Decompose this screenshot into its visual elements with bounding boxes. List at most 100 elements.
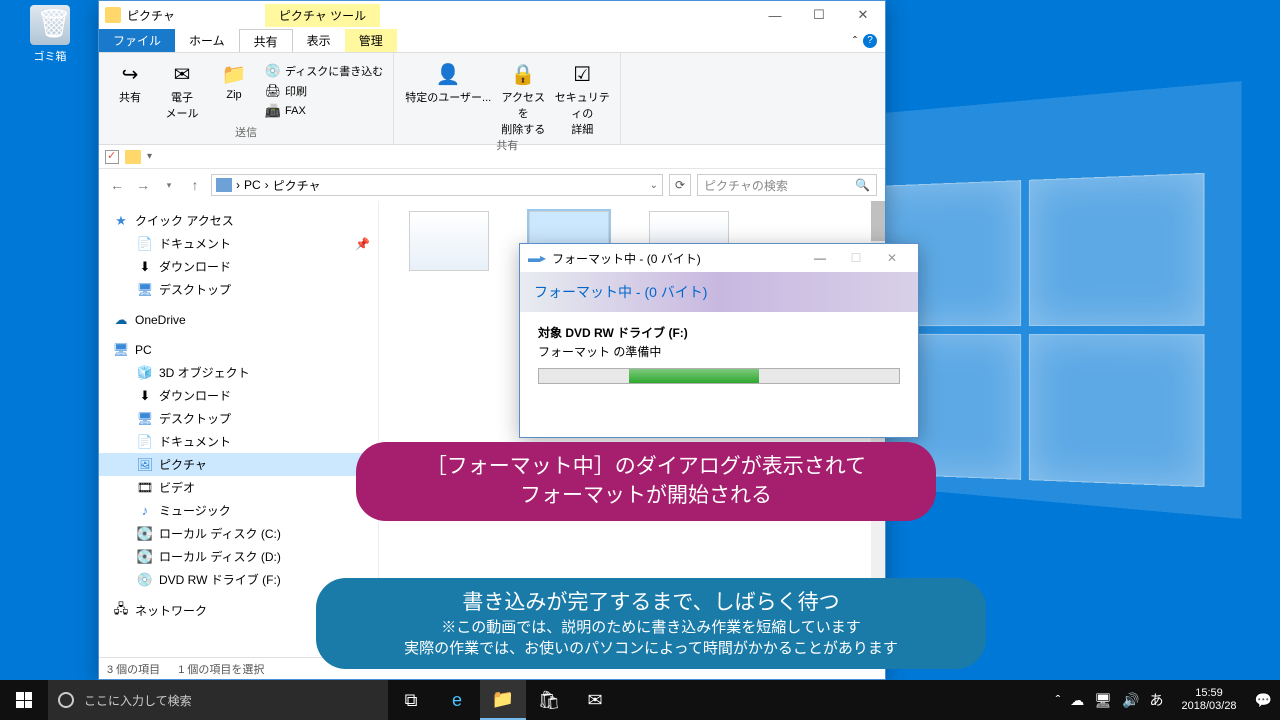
folder-icon — [125, 150, 141, 164]
format-target-label: 対象 — [538, 326, 562, 340]
up-button[interactable]: ↑ — [185, 175, 205, 195]
pc-icon: 🖥 — [113, 342, 129, 358]
tray-volume-icon[interactable]: 🔊 — [1122, 692, 1139, 709]
sidebar-item-3d-objects[interactable]: 🧊3D オブジェクト — [99, 361, 378, 384]
help-icon[interactable]: ? — [863, 34, 877, 48]
search-input[interactable]: ピクチャの検索 🔍 — [697, 174, 877, 196]
tray-chevron-icon[interactable]: ˆ — [1056, 692, 1061, 708]
status-item-count: 3 個の項目 — [107, 661, 160, 677]
list-item[interactable] — [409, 211, 489, 271]
drive-icon: 💽 — [137, 526, 153, 542]
pc-icon — [216, 178, 232, 192]
dialog-title: フォーマット中 - (0 バイト) — [552, 250, 701, 267]
music-icon: ♪ — [137, 503, 153, 519]
folder-icon — [105, 7, 121, 23]
dialog-maximize-button: ☐ — [838, 246, 874, 270]
action-center-icon[interactable]: 💬 — [1255, 692, 1272, 709]
tray-ime-icon[interactable]: あ — [1150, 690, 1164, 710]
select-all-checkbox[interactable] — [105, 150, 119, 164]
picture-icon: 🖼 — [137, 457, 153, 473]
back-button[interactable]: ← — [107, 175, 127, 195]
qat-dropdown[interactable]: ▾ — [147, 151, 152, 162]
disc-icon: 💿 — [137, 572, 153, 588]
remove-access-button[interactable]: 🔒アクセスを 削除する — [500, 57, 546, 137]
start-button[interactable] — [0, 680, 48, 720]
network-icon: 🖧 — [113, 603, 129, 619]
fax-button[interactable]: 📠FAX — [263, 102, 385, 120]
refresh-button[interactable]: ⟳ — [669, 174, 691, 196]
format-dialog: ▬▸ フォーマット中 - (0 バイト) — ☐ ✕ フォーマット中 - (0 … — [519, 243, 919, 438]
print-button[interactable]: 🖨印刷 — [263, 82, 385, 100]
desktop-icon: 🖥 — [137, 282, 153, 298]
taskbar-edge[interactable]: e — [434, 680, 480, 720]
sidebar-item-pc[interactable]: 🖥PC — [99, 339, 378, 361]
tutorial-annotation-2: 書き込みが完了するまで、しばらく待つ ※この動画では、説明のために書き込み作業を… — [316, 578, 986, 669]
zip-button[interactable]: 📁Zip — [211, 57, 257, 124]
sidebar-item-desktop[interactable]: 🖥デスクトップ — [99, 407, 378, 430]
sidebar-item-music[interactable]: ♪ミュージック — [99, 499, 378, 522]
taskbar-explorer[interactable]: 📁 — [480, 680, 526, 720]
taskbar-search[interactable]: ここに入力して検索 — [48, 680, 388, 720]
address-bar-row: ← → ▾ ↑ ›PC›ピクチャ ⌄ ⟳ ピクチャの検索 🔍 — [99, 169, 885, 201]
fax-icon: 📠 — [265, 103, 281, 119]
tab-file[interactable]: ファイル — [99, 29, 175, 52]
sidebar-item-disk-d[interactable]: 💽ローカル ディスク (D:) — [99, 545, 378, 568]
maximize-button[interactable]: ☐ — [797, 1, 841, 29]
forward-button[interactable]: → — [133, 175, 153, 195]
mail-icon: ✉ — [169, 61, 195, 87]
tray-onedrive-icon[interactable]: ☁ — [1070, 692, 1084, 709]
dialog-titlebar[interactable]: ▬▸ フォーマット中 - (0 バイト) — ☐ ✕ — [520, 244, 918, 272]
address-bar[interactable]: ›PC›ピクチャ ⌄ — [211, 174, 663, 196]
titlebar[interactable]: ピクチャ ピクチャ ツール — ☐ ✕ — [99, 1, 885, 29]
tab-manage[interactable]: 管理 — [345, 29, 397, 52]
taskbar-clock[interactable]: 15:592018/03/28 — [1174, 687, 1245, 713]
trash-icon — [30, 5, 70, 45]
user-icon: 👤 — [435, 61, 461, 87]
taskbar: ここに入力して検索 ⧉ e 📁 🛍 ✉ ˆ ☁ 🖥 🔊 あ 15:592018/… — [0, 680, 1280, 720]
shield-icon: ☑ — [569, 61, 595, 87]
sidebar-item-documents[interactable]: 📄ドキュメント📌 — [99, 232, 378, 255]
video-icon: 🎞 — [137, 480, 153, 496]
system-tray: ˆ ☁ 🖥 🔊 あ 15:592018/03/28 💬 — [1048, 680, 1280, 720]
cortana-icon — [58, 692, 74, 708]
sidebar-item-quick-access[interactable]: ★クイック アクセス — [99, 209, 378, 232]
tab-share[interactable]: 共有 — [239, 29, 293, 52]
scrollbar-thumb[interactable] — [871, 201, 885, 241]
burn-disc-button[interactable]: 💿ディスクに書き込む — [263, 62, 385, 80]
tab-view[interactable]: 表示 — [293, 29, 345, 52]
progress-fill — [629, 369, 759, 383]
minimize-button[interactable]: — — [753, 1, 797, 29]
disc-icon: 💿 — [265, 63, 281, 79]
close-button[interactable]: ✕ — [841, 1, 885, 29]
ribbon-collapse[interactable]: ˆ? — [845, 29, 885, 52]
sidebar-item-documents[interactable]: 📄ドキュメント — [99, 430, 378, 453]
lock-icon: 🔒 — [510, 61, 536, 87]
sidebar-item-videos[interactable]: 🎞ビデオ — [99, 476, 378, 499]
recent-dropdown[interactable]: ▾ — [159, 175, 179, 195]
tutorial-annotation-1: ［フォーマット中］のダイアログが表示されて フォーマットが開始される — [356, 442, 936, 521]
window-title: ピクチャ — [127, 7, 175, 24]
task-view-button[interactable]: ⧉ — [388, 680, 434, 720]
email-button[interactable]: ✉電子 メール — [159, 57, 205, 124]
sidebar-item-onedrive[interactable]: ☁OneDrive — [99, 309, 378, 331]
search-placeholder: ピクチャの検索 — [704, 177, 788, 194]
taskbar-store[interactable]: 🛍 — [526, 680, 572, 720]
sidebar-item-downloads[interactable]: ⬇ダウンロード — [99, 384, 378, 407]
taskbar-mail[interactable]: ✉ — [572, 680, 618, 720]
ribbon: ↪共有 ✉電子 メール 📁Zip 💿ディスクに書き込む 🖨印刷 📠FAX 送信 … — [99, 53, 885, 145]
windows-icon — [16, 692, 32, 708]
cloud-icon: ☁ — [113, 312, 129, 328]
sidebar-item-disk-c[interactable]: 💽ローカル ディスク (C:) — [99, 522, 378, 545]
sidebar-item-desktop[interactable]: 🖥デスクトップ — [99, 278, 378, 301]
specific-user-button[interactable]: 👤特定のユーザー... — [402, 57, 494, 137]
sidebar-item-downloads[interactable]: ⬇ダウンロード — [99, 255, 378, 278]
dialog-minimize-button[interactable]: — — [802, 246, 838, 270]
share-button[interactable]: ↪共有 — [107, 57, 153, 124]
recycle-bin[interactable]: ゴミ箱 — [20, 5, 80, 64]
security-details-button[interactable]: ☑セキュリティの 詳細 — [552, 57, 612, 137]
doc-icon: 📄 — [137, 236, 153, 252]
sidebar-item-pictures[interactable]: 🖼ピクチャ — [99, 453, 378, 476]
ribbon-tabs: ファイル ホーム 共有 表示 管理 ˆ? — [99, 29, 885, 53]
tray-network-icon[interactable]: 🖥 — [1094, 692, 1112, 709]
tab-home[interactable]: ホーム — [175, 29, 239, 52]
